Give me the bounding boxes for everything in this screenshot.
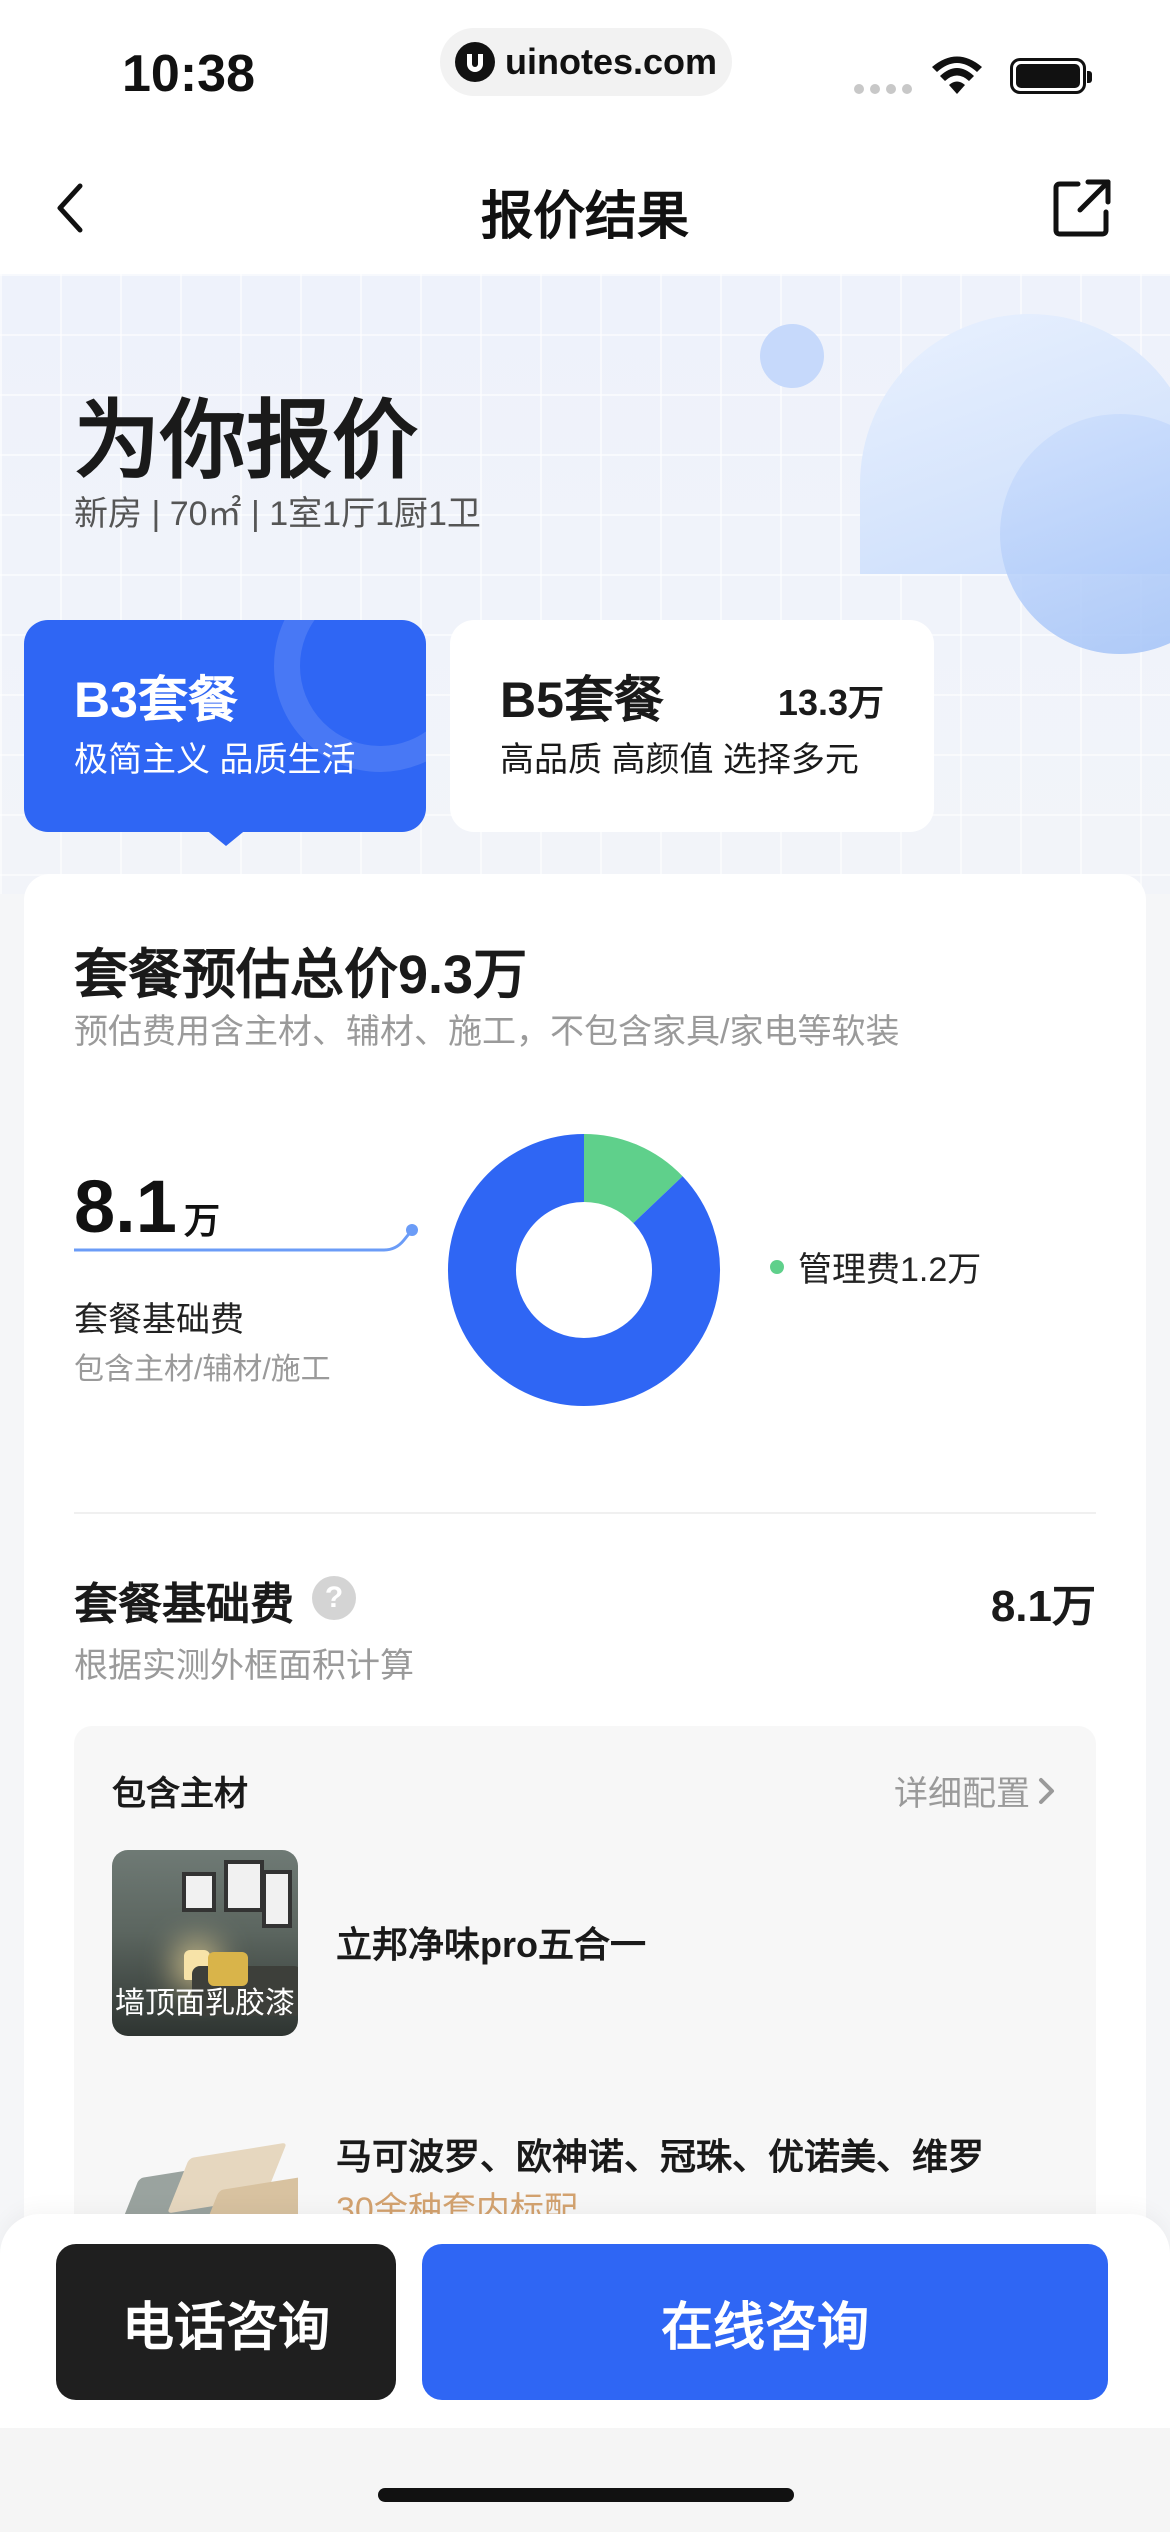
base-fee-section-desc: 根据实测外框面积计算 — [74, 1647, 414, 1685]
package-desc: 极简主义 品质生活 — [74, 741, 356, 779]
divider — [74, 1512, 1096, 1514]
wifi-icon — [932, 56, 982, 94]
package-tab-b5[interactable]: B5套餐 13.3万 高品质 高颜值 选择多元 — [450, 620, 934, 832]
phone-consult-button[interactable]: 电话咨询 — [56, 2244, 396, 2400]
detail-config-label: 详细配置 — [894, 1775, 1030, 1813]
total-price-note: 预估费用含主材、辅材、施工，不包含家具/家电等软装 — [74, 1013, 900, 1051]
status-time: 10:38 — [122, 45, 255, 103]
help-icon[interactable]: ? — [312, 1576, 356, 1620]
quote-card: 套餐预估总价9.3万 预估费用含主材、辅材、施工，不包含家具/家电等软装 8.1… — [24, 874, 1146, 2286]
donut-slice-management-fee — [582, 1134, 683, 1225]
materials-panel: 包含主材 详细配置 墙顶面乳胶漆 立邦净味pro五合一 马可波罗、欧神诺、冠珠、… — [74, 1726, 1096, 2286]
hero-title: 为你报价 — [74, 393, 418, 489]
page-title: 报价结果 — [480, 188, 689, 246]
package-price: 13.3万 — [777, 682, 884, 723]
product-image-label: 墙顶面乳胶漆 — [115, 1987, 295, 2020]
detail-config-link[interactable]: 详细配置 — [894, 1766, 1058, 1815]
nav-bar: 报价结果 — [0, 140, 1170, 274]
base-fee-section-title: 套餐基础费 — [74, 1580, 294, 1629]
house-info: 新房 | 70㎡ | 1室1厅1厨1卫 — [74, 495, 481, 533]
status-bar: 10:38 uinotes.com — [0, 0, 1170, 140]
chart-legend: 管理费1.2万 — [770, 1242, 981, 1291]
battery-icon — [1010, 58, 1092, 94]
package-tab-b3[interactable]: B3套餐 极简主义 品质生活 — [24, 620, 426, 832]
share-icon[interactable] — [1050, 176, 1114, 240]
chart-connector-line — [74, 1224, 418, 1252]
site-logo-icon — [454, 42, 495, 82]
base-fee-section-value: 8.1万 — [990, 1582, 1096, 1631]
materials-heading: 包含主材 — [112, 1775, 248, 1813]
decorative-shape — [749, 313, 835, 399]
material-name: 立邦净味pro五合一 — [336, 1924, 646, 1965]
chevron-right-icon — [1039, 1777, 1054, 1804]
url-text: uinotes.com — [504, 41, 718, 82]
paint-product-image[interactable]: 墙顶面乳胶漆 — [112, 1850, 298, 2036]
cost-donut-chart — [448, 1134, 720, 1406]
selected-tab-caret — [204, 828, 248, 846]
online-consult-button[interactable]: 在线咨询 — [422, 2244, 1108, 2400]
total-price-title: 套餐预估总价9.3万 — [74, 945, 528, 1005]
url-pill[interactable]: uinotes.com — [440, 28, 732, 96]
cellular-signal-icon — [854, 84, 912, 94]
package-desc: 高品质 高颜值 选择多元 — [500, 741, 859, 779]
base-fee-desc: 包含主材/辅材/施工 — [74, 1353, 331, 1386]
base-fee-label: 套餐基础费 — [74, 1301, 244, 1339]
legend-dot — [770, 1259, 784, 1274]
package-name: B5套餐 — [500, 672, 664, 728]
picture-frame — [262, 1870, 292, 1928]
package-name: B3套餐 — [74, 672, 238, 728]
picture-frame — [182, 1872, 216, 1912]
material-name: 马可波罗、欧神诺、冠珠、优诺美、维罗 — [336, 2136, 985, 2177]
picture-frame — [224, 1860, 264, 1912]
home-indicator[interactable] — [378, 2488, 794, 2502]
home-indicator-area — [0, 2428, 1170, 2532]
legend-label: 管理费1.2万 — [798, 1251, 982, 1289]
